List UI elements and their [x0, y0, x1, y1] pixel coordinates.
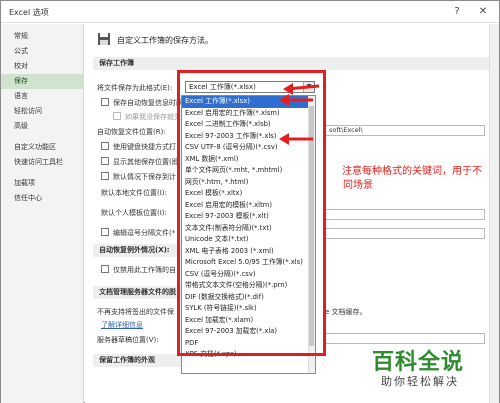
disable-autorecover-label: 仅禁用此工作簿的自 — [113, 266, 176, 274]
save-format-dropdown-list: Excel 工作簿(*.xlsx) Excel 启用宏的工作簿(*.xlsm) Ex… — [181, 95, 316, 374]
format-option[interactable]: 带格式文本文件(空格分隔)(*.prn) — [182, 280, 315, 292]
format-option[interactable]: Excel 启用宏的模板(*.xltm) — [182, 200, 315, 212]
title-bar: Excel 选项 ? ✕ — [1, 1, 499, 23]
format-option[interactable]: Excel 97-2003 加载宏(*.xla) — [182, 326, 315, 338]
personal-template-location-field[interactable] — [325, 228, 485, 239]
sidebar-item-general[interactable]: 常规 — [1, 29, 83, 44]
section-autorecover-exceptions: 自动恢复例外情况(X): — [93, 244, 181, 257]
edit-csv-label: 编辑逗号分隔文件(* — [113, 229, 176, 237]
section-preserve-appearance: 保留工作簿的外观 — [93, 354, 181, 367]
format-option[interactable]: XML 数据(*.xml) — [182, 154, 315, 166]
annotation-text-line2: 同场景 — [343, 180, 373, 191]
sidebar-item-language[interactable]: 语言 — [1, 89, 83, 104]
annotation-text-line1: 注意每种格式的关键词，用于不 — [342, 166, 482, 177]
section-offline-editing: 文档管理服务器文件的脱 — [93, 286, 181, 299]
format-option[interactable]: 文本文件(制表符分隔)(*.txt) — [182, 223, 315, 235]
excel-options-dialog: Excel 选项 ? ✕ 常规 公式 校对 保存 语言 轻松访问 高级 自定义功… — [0, 0, 500, 403]
dropdown-scroll-thumb[interactable] — [309, 106, 314, 346]
default-local-location-label: 默认本地文件位置(I): — [101, 189, 167, 197]
disable-autorecover-checkbox[interactable] — [101, 265, 109, 273]
window-title: Excel 选项 — [9, 8, 49, 17]
edit-csv-checkbox[interactable] — [101, 228, 109, 236]
server-drafts-label: 服务器草稿位置(V): — [97, 336, 159, 344]
format-option[interactable]: CSV UTF-8 (逗号分隔)(*.csv) — [182, 142, 315, 154]
format-option[interactable]: 网页(*.htm, *.html) — [182, 177, 315, 189]
server-drafts-field[interactable] — [325, 333, 485, 344]
no-autosave-checkbox[interactable] — [113, 112, 121, 120]
sidebar-item-trust-center[interactable]: 信任中心 — [1, 191, 83, 206]
format-option[interactable]: SYLK (符号链接)(*.slk) — [182, 303, 315, 315]
format-option[interactable]: Excel 加载宏(*.xlam) — [182, 315, 315, 327]
panel-scrollbar[interactable] — [489, 24, 499, 403]
offline-description: 不再支持将签出的文件保 — [97, 308, 174, 316]
default-local-location-field[interactable] — [325, 209, 485, 220]
save-format-combobox[interactable]: Excel 工作簿(*.xlsx) ▼ — [185, 81, 315, 93]
no-autosave-label: 如果我没保存就关 — [125, 113, 181, 121]
format-option[interactable]: PDF — [182, 338, 315, 350]
format-option[interactable]: Excel 启用宏的工作簿(*.xlsm) — [182, 108, 315, 120]
keyboard-shortcut-label: 使用键盘快捷方式打 — [113, 143, 176, 151]
format-option[interactable]: Excel 97-2003 模板(*.xlt) — [182, 211, 315, 223]
watermark-logo-text: 百科全说 — [372, 350, 465, 375]
learn-more-link[interactable]: 了解详细信息 — [101, 320, 143, 330]
format-option[interactable]: XPS 文档(*.xps) — [182, 349, 315, 361]
format-option[interactable]: Excel 二进制工作簿(*.xlsb) — [182, 119, 315, 131]
options-sidebar: 常规 公式 校对 保存 语言 轻松访问 高级 自定义功能区 快速访问工具栏 加载… — [1, 24, 84, 403]
format-option[interactable]: Excel 模板(*.xltx) — [182, 188, 315, 200]
sidebar-item-accessibility[interactable]: 轻松访问 — [1, 104, 83, 119]
close-button[interactable]: ✕ — [475, 4, 491, 20]
format-option[interactable]: XML 电子表格 2003 (*.xml) — [182, 246, 315, 258]
autorecover-location-label: 自动恢复文件位置(R): — [97, 128, 166, 136]
format-option[interactable]: 单个文件网页(*.mht, *.mhtml) — [182, 165, 315, 177]
format-option[interactable]: Unicode 文本(*.txt) — [182, 234, 315, 246]
format-option[interactable]: Excel 97-2003 工作簿(*.xls) — [182, 131, 315, 143]
default-local-label: 默认情况下保存到计 — [113, 173, 176, 181]
page-header: 自定义工作簿的保存方法。 — [117, 36, 213, 45]
sidebar-item-save[interactable]: 保存 — [1, 74, 83, 89]
watermark-slogan: 助你轻松解决 — [381, 375, 459, 388]
sidebar-item-advanced[interactable]: 高级 — [1, 119, 83, 134]
show-more-locations-label: 显示其他保存位置(即 — [113, 158, 179, 166]
personal-template-location-label: 默认个人模板位置(I): — [101, 209, 167, 217]
format-option[interactable]: Microsoft Excel 5.0/95 工作簿(*.xls) — [182, 257, 315, 269]
save-format-label: 将文件保存为此格式(E): — [97, 84, 173, 92]
help-button[interactable]: ? — [449, 4, 465, 20]
autorecover-location-field[interactable]: soft\Excel\ — [325, 125, 485, 136]
format-option[interactable]: CSV (逗号分隔)(*.csv) — [182, 269, 315, 281]
format-option[interactable]: DIF (数据交换格式)(*.dif) — [182, 292, 315, 304]
sidebar-item-formulas[interactable]: 公式 — [1, 44, 83, 59]
chevron-down-icon[interactable]: ▼ — [303, 82, 314, 92]
section-save-workbooks: 保存工作簿 — [93, 57, 497, 70]
offline-description-tail: e 文档缓存。 — [325, 308, 367, 316]
autorecover-label: 保存自动恢复信息时间 — [113, 99, 183, 107]
sidebar-item-proofing[interactable]: 校对 — [1, 59, 83, 74]
sidebar-item-quick-access-toolbar[interactable]: 快速访问工具栏 — [1, 155, 83, 170]
save-format-selected: Excel 工作簿(*.xlsx) — [189, 83, 256, 91]
save-disk-icon — [98, 33, 110, 45]
show-more-locations-checkbox[interactable] — [101, 157, 109, 165]
default-local-checkbox[interactable] — [101, 172, 109, 180]
sidebar-item-add-ins[interactable]: 加载项 — [1, 176, 83, 191]
dropdown-scrollbar[interactable] — [308, 96, 315, 373]
keyboard-shortcut-checkbox[interactable] — [101, 142, 109, 150]
sidebar-item-customize-ribbon[interactable]: 自定义功能区 — [1, 140, 83, 155]
autorecover-checkbox[interactable] — [101, 98, 109, 106]
format-option[interactable]: Excel 工作簿(*.xlsx) — [182, 96, 315, 108]
